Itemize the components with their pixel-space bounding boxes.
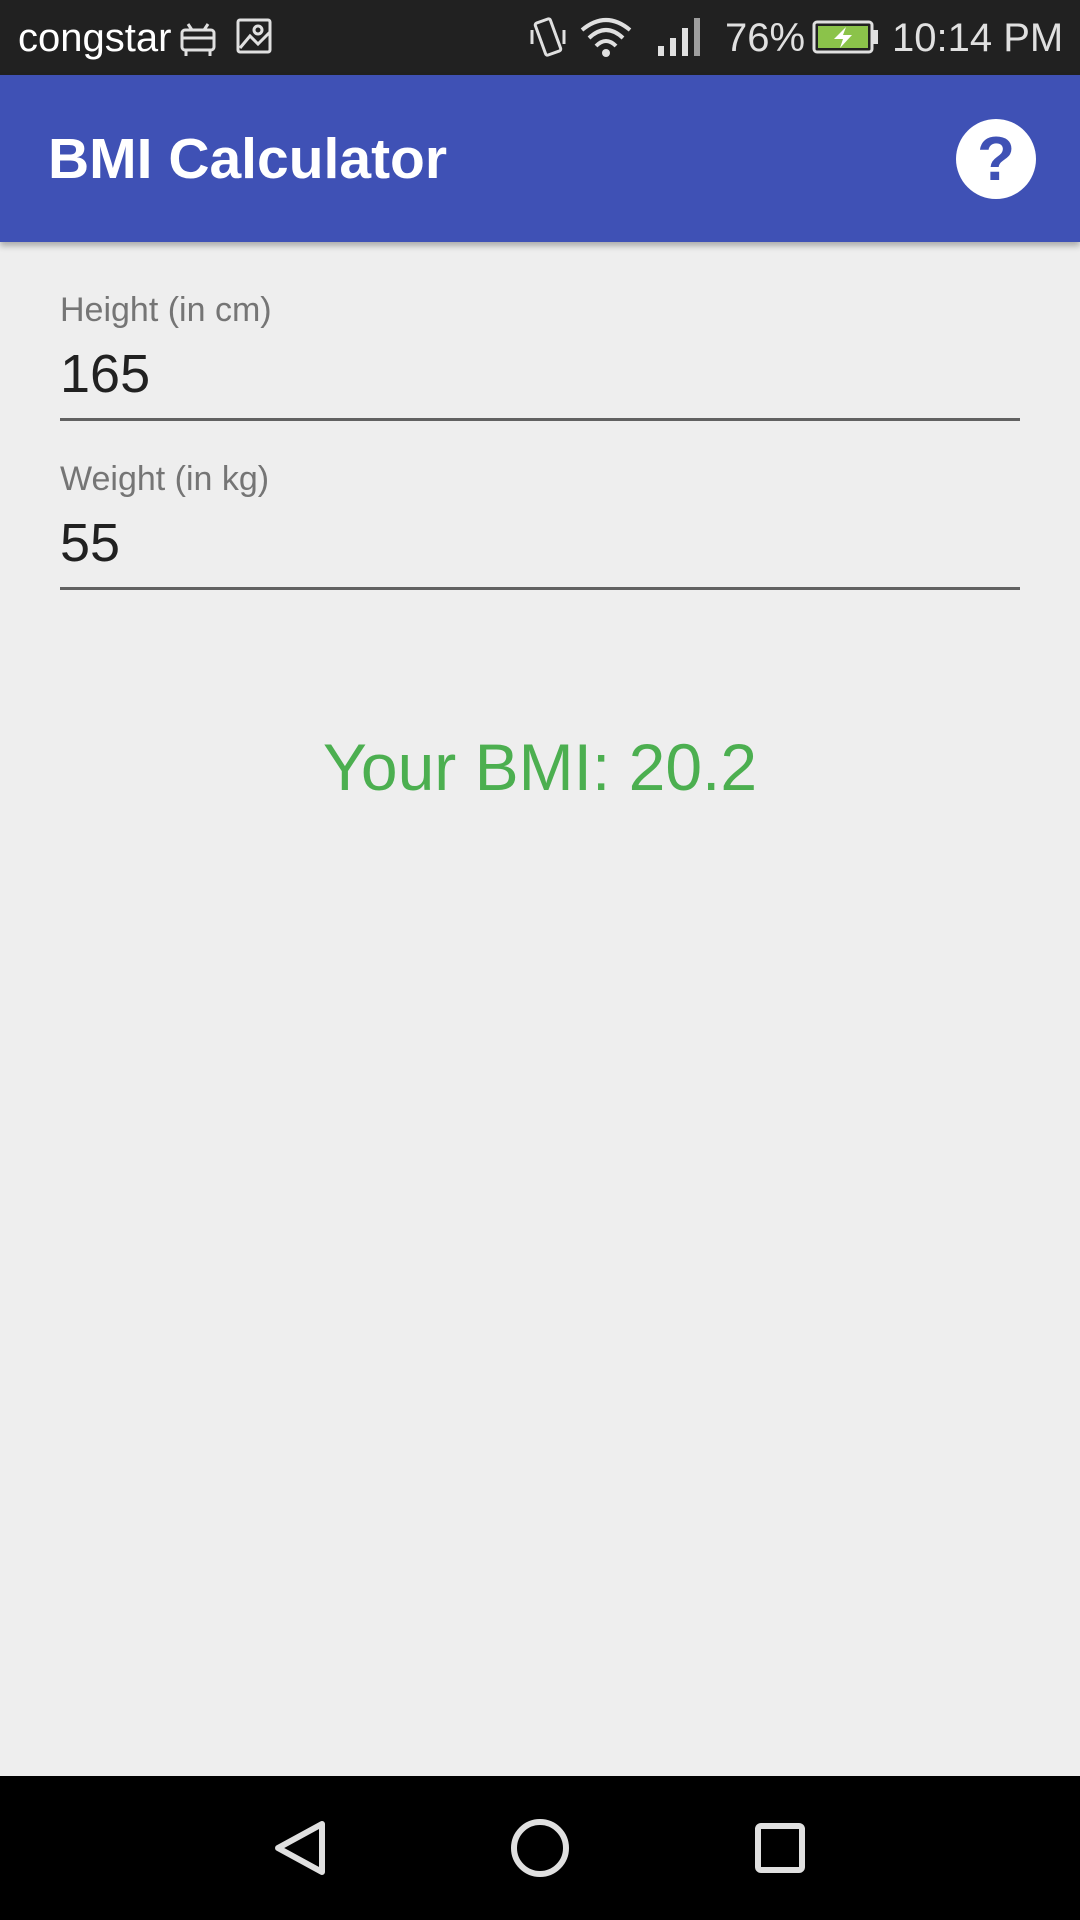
clock: 10:14 PM bbox=[892, 16, 1064, 60]
android-debug-icon bbox=[178, 16, 218, 58]
battery-charging-icon bbox=[812, 16, 880, 58]
app-bar: BMI Calculator ? bbox=[0, 75, 1080, 242]
weight-label: Weight (in kg) bbox=[60, 460, 270, 498]
wifi-icon bbox=[578, 16, 634, 58]
help-icon: ? bbox=[977, 125, 1015, 194]
signal-icon bbox=[656, 16, 706, 58]
help-button[interactable]: ? bbox=[956, 119, 1036, 199]
home-icon bbox=[511, 1819, 569, 1877]
screen: congstar 76% 10:14 PM BMI Calculator ? H… bbox=[0, 0, 1080, 1920]
recents-icon bbox=[755, 1823, 805, 1873]
back-icon bbox=[275, 1821, 325, 1875]
battery-percent: 76% bbox=[725, 16, 806, 60]
page-title: BMI Calculator bbox=[48, 127, 448, 191]
image-icon bbox=[234, 16, 274, 58]
carrier-name: congstar bbox=[18, 16, 172, 60]
bmi-result: Your BMI: 20.2 bbox=[322, 730, 758, 804]
back-button[interactable] bbox=[250, 1798, 350, 1898]
weight-input[interactable] bbox=[60, 513, 1020, 590]
status-bar: congstar 76% 10:14 PM bbox=[0, 0, 1080, 75]
height-input[interactable] bbox=[60, 344, 1020, 421]
recents-button[interactable] bbox=[730, 1798, 830, 1898]
home-button[interactable] bbox=[490, 1798, 590, 1898]
navigation-bar bbox=[0, 1776, 1080, 1920]
height-label: Height (in cm) bbox=[60, 291, 272, 329]
vibrate-icon bbox=[528, 16, 568, 58]
